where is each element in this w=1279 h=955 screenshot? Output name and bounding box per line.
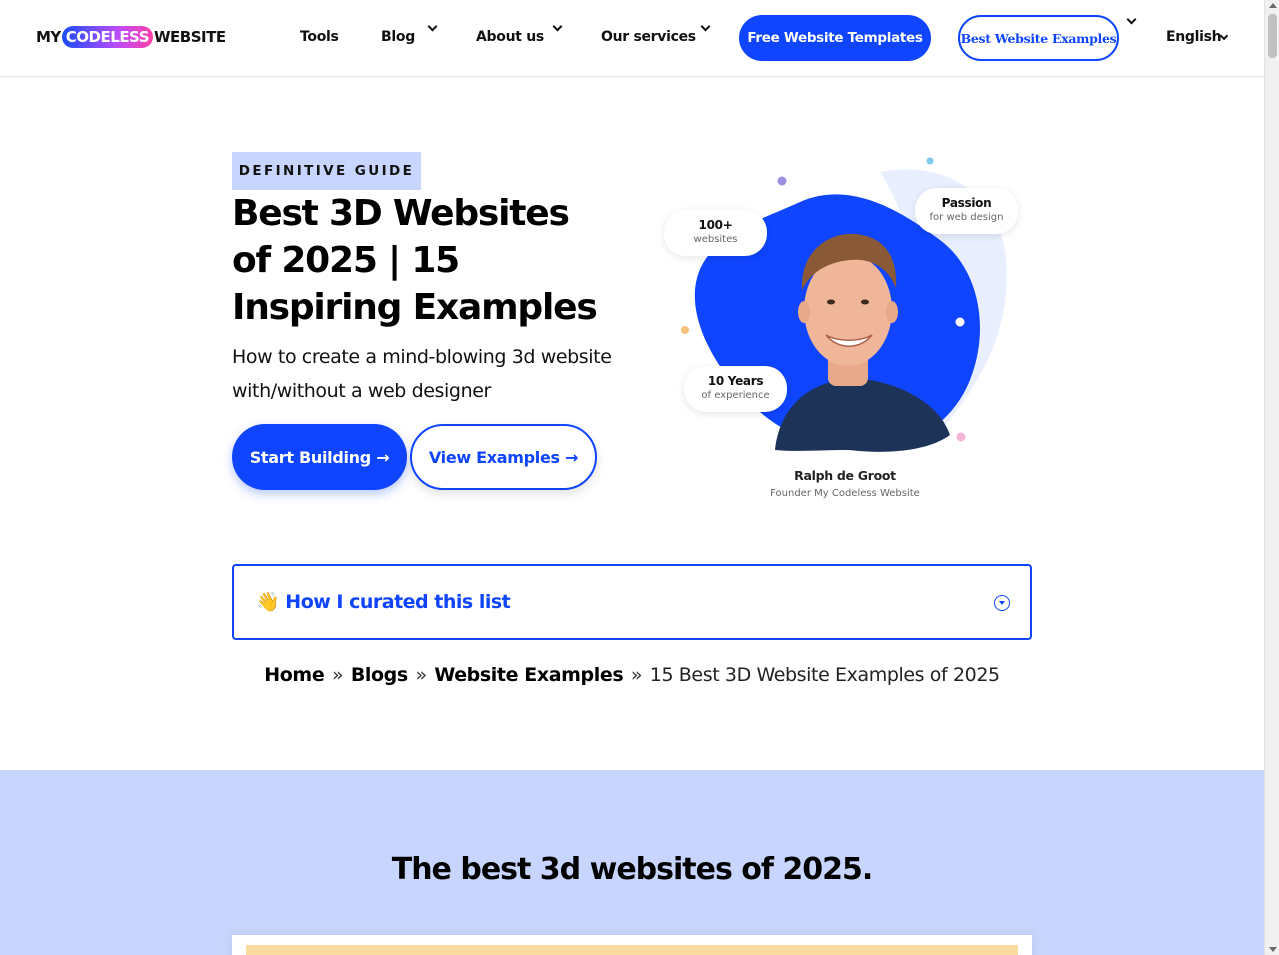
- section-title: The best 3d websites of 2025.: [391, 852, 874, 887]
- nav-item-tools[interactable]: Tools: [300, 29, 339, 45]
- nav-item-blog[interactable]: Blog: [381, 29, 415, 45]
- passion-label: for web design: [929, 212, 1004, 223]
- breadcrumb-home-link[interactable]: Home: [264, 664, 324, 686]
- nav-item-about-us[interactable]: About us: [476, 29, 544, 45]
- breadcrumb-current-page: 15 Best 3D Website Examples of 2025: [649, 664, 1000, 686]
- scrollbar-thumb[interactable]: [1268, 14, 1277, 58]
- definitive-guide-label: DEFINITIVE GUIDE: [232, 152, 421, 190]
- scroll-up-arrow-icon[interactable]: [1269, 3, 1277, 8]
- logo-text-right: WEBSITE: [154, 28, 226, 46]
- best-website-examples-button[interactable]: Best Website Examples: [958, 15, 1119, 61]
- accordion-title-text: How I curated this list: [285, 591, 511, 613]
- nav-item-our-services[interactable]: Our services: [601, 29, 696, 45]
- about-chevron-down-icon[interactable]: [552, 21, 563, 32]
- breadcrumb-separator: »: [630, 664, 643, 686]
- page-scrollbar[interactable]: [1264, 0, 1279, 955]
- view-examples-button[interactable]: View Examples →: [410, 424, 597, 490]
- logo-text-left: MY: [36, 28, 61, 46]
- waving-hand-icon: 👋: [256, 591, 280, 613]
- start-building-button[interactable]: Start Building →: [232, 424, 407, 490]
- experience-value: 10 Years: [707, 374, 764, 388]
- experience-label: of experience: [701, 390, 770, 401]
- curation-accordion[interactable]: 👋 How I curated this list: [232, 564, 1032, 640]
- experience-badge: 10 Years of experience: [684, 366, 787, 412]
- accordion-title[interactable]: 👋 How I curated this list: [256, 590, 511, 613]
- founder-illustration: 100+ websites Passion for web design 10 …: [650, 150, 1040, 510]
- language-selector[interactable]: English: [1166, 29, 1222, 45]
- page-title: Best 3D Websites of 2025 | 15 Inspiring …: [232, 193, 598, 328]
- site-header: MY CODELESS WEBSITE Tools Blog About us …: [0, 0, 1264, 77]
- passion-value: Passion: [941, 196, 992, 210]
- scroll-down-arrow-icon[interactable]: [1269, 947, 1277, 952]
- breadcrumb-website-examples-link[interactable]: Website Examples: [434, 664, 623, 686]
- breadcrumb-blogs-link[interactable]: Blogs: [351, 664, 408, 686]
- blog-chevron-down-icon[interactable]: [427, 21, 438, 32]
- services-chevron-down-icon[interactable]: [700, 21, 711, 32]
- example-card[interactable]: [232, 935, 1032, 955]
- best-websites-section: The best 3d websites of 2025.: [0, 770, 1264, 955]
- breadcrumb-separator: »: [331, 664, 344, 686]
- websites-count-label: websites: [693, 234, 738, 245]
- example-card-preview: [246, 945, 1018, 955]
- best-examples-chevron-down-icon[interactable]: [1126, 14, 1137, 25]
- breadcrumb-separator: »: [415, 664, 427, 686]
- websites-count-value: 100+: [698, 218, 733, 232]
- free-website-templates-button[interactable]: Free Website Templates: [739, 15, 931, 61]
- expand-toggle-icon[interactable]: [994, 595, 1010, 611]
- websites-count-badge: 100+ websites: [664, 210, 767, 256]
- hero-subtitle: How to create a mind-blowing 3d website …: [232, 346, 612, 402]
- site-logo[interactable]: MY CODELESS WEBSITE: [36, 24, 226, 50]
- passion-badge: Passion for web design: [915, 188, 1018, 234]
- logo-text-pill: CODELESS: [61, 26, 153, 48]
- founder-name: Ralph de Groot: [794, 468, 896, 483]
- founder-role: Founder My Codeless Website: [770, 488, 920, 499]
- breadcrumb: Home » Blogs » Website Examples » 15 Bes…: [0, 664, 1264, 686]
